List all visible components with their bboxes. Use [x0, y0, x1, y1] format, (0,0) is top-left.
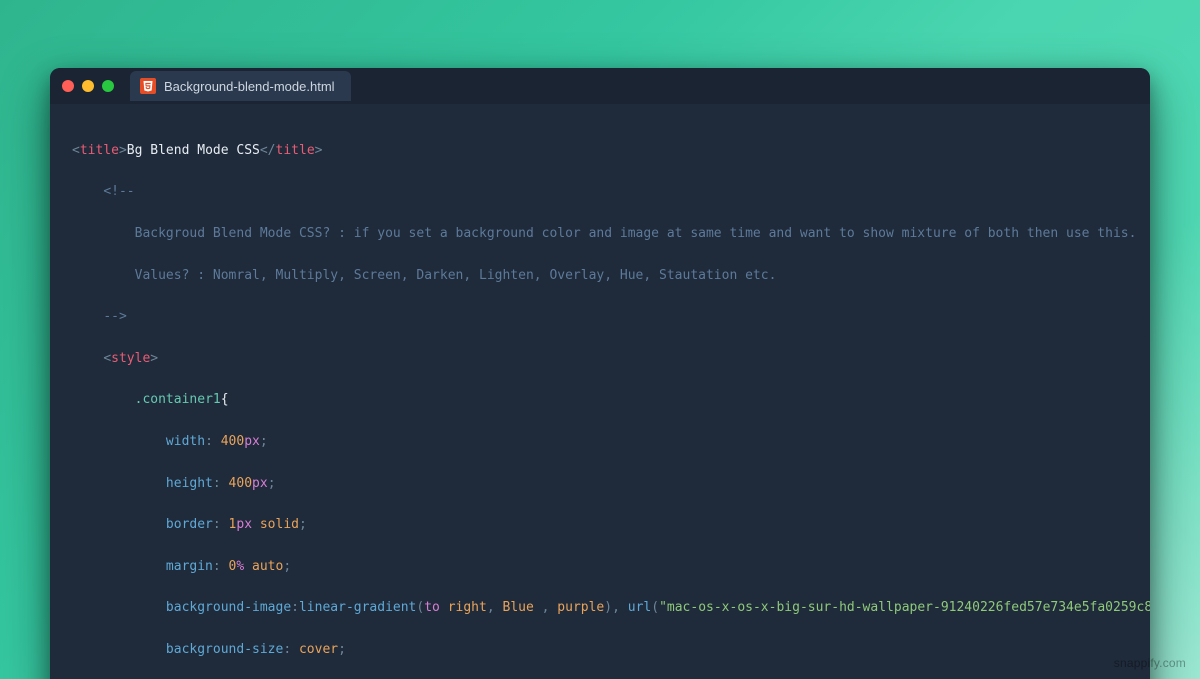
selector-container1: .container1	[135, 392, 221, 407]
watermark: snappify.com	[1114, 657, 1186, 669]
close-icon[interactable]	[62, 80, 74, 92]
maximize-icon[interactable]	[102, 80, 114, 92]
tag-title-open: title	[80, 143, 119, 158]
tag-style-open: style	[111, 351, 150, 366]
title-text: Bg Blend Mode CSS	[127, 143, 260, 158]
comment-line-1: Backgroud Blend Mode CSS? : if you set a…	[135, 226, 1137, 241]
minimize-icon[interactable]	[82, 80, 94, 92]
window-titlebar: Background-blend-mode.html	[50, 68, 1150, 104]
comment-line-2: Values? : Nomral, Multiply, Screen, Dark…	[135, 268, 777, 283]
html5-icon	[140, 78, 156, 94]
file-tab[interactable]: Background-blend-mode.html	[130, 71, 351, 101]
code-editor[interactable]: <title>Bg Blend Mode CSS</title> <!-- Ba…	[50, 104, 1150, 679]
traffic-lights	[62, 80, 114, 92]
tab-filename: Background-blend-mode.html	[164, 80, 335, 93]
code-window: Background-blend-mode.html <title>Bg Ble…	[50, 68, 1150, 679]
tag-title-close: title	[276, 143, 315, 158]
